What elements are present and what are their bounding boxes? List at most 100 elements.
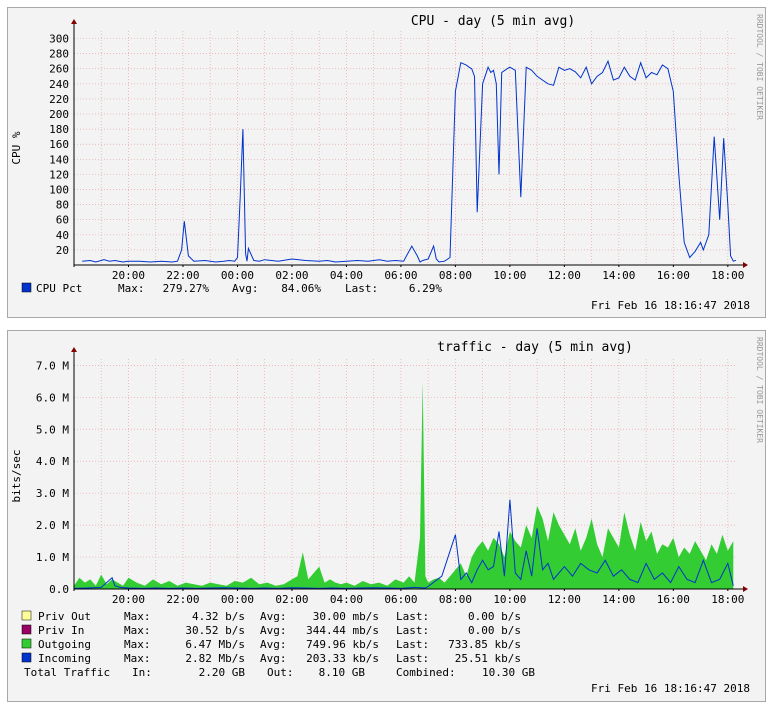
y-tick-label: 260	[49, 63, 69, 76]
legend-swatch	[21, 610, 32, 621]
legend-last-label: Last:	[396, 610, 429, 623]
y-tick-label: 240	[49, 78, 69, 91]
cpu-legend-max: 279.27%	[163, 282, 210, 295]
legend-max-label: Max:	[124, 624, 151, 637]
x-tick-label: 16:00	[657, 269, 690, 282]
y-tick-label: 200	[49, 108, 69, 121]
legend-avg-label: Avg:	[260, 652, 287, 665]
traffic-plot	[73, 381, 734, 589]
cpu-legend-label: CPU Pct	[36, 282, 82, 295]
cpu-legend-max-label: Max:	[118, 282, 145, 295]
x-tick-label: 02:00	[275, 269, 308, 282]
x-tick-label: 04:00	[330, 593, 363, 606]
total-out-label: Out:	[267, 666, 294, 679]
x-tick-label: 14:00	[602, 269, 635, 282]
x-tick-label: 22:00	[166, 269, 199, 282]
x-tick-label: 00:00	[221, 593, 254, 606]
legend-max: 6.47 Mb/s	[185, 638, 245, 651]
cpu-plot	[82, 59, 737, 263]
traffic-chart-title: traffic - day (5 min avg)	[437, 340, 633, 355]
total-in-value: 2.20 GB	[199, 666, 246, 679]
x-tick-label: 10:00	[493, 269, 526, 282]
y-axis-arrow	[71, 347, 77, 352]
legend-last: 0.00 b/s	[468, 610, 521, 623]
y-tick-label: 120	[49, 168, 69, 181]
cpu-legend-last: 6.29%	[409, 282, 442, 295]
traffic-graph: traffic - day (5 min avg) RRDTOOL / TOBI…	[7, 330, 766, 702]
legend-last: 25.51 kb/s	[455, 652, 521, 665]
x-tick-label: 20:00	[112, 269, 145, 282]
legend-avg: 749.96 kb/s	[306, 638, 379, 651]
legend-avg: 344.44 mb/s	[306, 624, 379, 637]
legend-avg-label: Avg:	[260, 624, 287, 637]
y-tick-label: 5.0 M	[36, 423, 69, 436]
legend-max-label: Max:	[124, 610, 151, 623]
y-tick-label: 20	[56, 244, 69, 257]
x-tick-label: 04:00	[330, 269, 363, 282]
y-tick-label: 7.0 M	[36, 359, 69, 372]
x-tick-label: 00:00	[221, 269, 254, 282]
x-tick-label: 22:00	[166, 593, 199, 606]
x-tick-label: 02:00	[275, 593, 308, 606]
y-tick-label: 100	[49, 184, 69, 197]
x-tick-label: 10:00	[493, 593, 526, 606]
cpu-legend-avg: 84.06%	[281, 282, 321, 295]
x-tick-label: 18:00	[711, 593, 744, 606]
traffic-timestamp: Fri Feb 16 18:16:47 2018	[591, 682, 750, 695]
legend-max-label: Max:	[124, 638, 151, 651]
cpu-graph: CPU - day (5 min avg) RRDTOOL / TOBI OET…	[7, 7, 766, 318]
cpu-legend-last-label: Last:	[345, 282, 378, 295]
x-tick-label: 18:00	[711, 269, 744, 282]
y-tick-label: 4.0 M	[36, 455, 69, 468]
cpu-watermark: RRDTOOL / TOBI OETIKER	[755, 14, 764, 120]
legend-swatch	[21, 652, 32, 663]
legend-swatch	[21, 624, 32, 635]
y-tick-label: 3.0 M	[36, 487, 69, 500]
legend-max: 4.32 b/s	[192, 610, 245, 623]
x-tick-label: 06:00	[384, 593, 417, 606]
cpu-ticks: 20:00 22:00 00:00 02:00 04:00 06:00 08:00 10:00…	[49, 19, 748, 282]
cpu-legend-swatch	[21, 282, 32, 293]
y-tick-label: 2.0 M	[36, 519, 69, 532]
total-traffic-label: Total Traffic	[24, 666, 110, 679]
x-tick-label: 12:00	[548, 593, 581, 606]
outgoing-area	[74, 381, 734, 589]
legend-swatch	[21, 638, 32, 649]
legend-avg: 203.33 kb/s	[306, 652, 379, 665]
traffic-chart-svg: traffic - day (5 min avg) RRDTOOL / TOBI…	[10, 337, 764, 695]
traffic-y-axis-label: bits/sec	[10, 450, 23, 503]
legend-last: 0.00 b/s	[468, 624, 521, 637]
total-combined-value: 10.30 GB	[482, 666, 535, 679]
x-tick-label: 12:00	[548, 269, 581, 282]
x-axis-arrow	[743, 586, 748, 592]
y-tick-label: 180	[49, 123, 69, 136]
legend-last-label: Last:	[396, 638, 429, 651]
total-combined-label: Combined:	[396, 666, 456, 679]
cpu-legend-avg-label: Avg:	[232, 282, 259, 295]
legend-avg-label: Avg:	[260, 638, 287, 651]
total-out-value: 8.10 GB	[319, 666, 366, 679]
legend-last-label: Last:	[396, 624, 429, 637]
cpu-legend: CPU Pct Max: 279.27% Avg: 84.06% Last: 6.29%	[21, 282, 442, 295]
y-tick-label: 300	[49, 33, 69, 46]
y-tick-label: 0.0	[49, 583, 69, 596]
y-tick-label: 1.0 M	[36, 551, 69, 564]
legend-last: 733.85 kb/s	[448, 638, 521, 651]
x-tick-label: 06:00	[384, 269, 417, 282]
cpu-timestamp: Fri Feb 16 18:16:47 2018	[591, 299, 750, 312]
y-tick-label: 80	[56, 199, 69, 212]
legend-label: Priv In	[38, 624, 84, 637]
y-tick-label: 60	[56, 214, 69, 227]
cpu-series-line	[82, 59, 737, 263]
legend-avg: 30.00 mb/s	[313, 610, 379, 623]
x-axis-arrow	[743, 262, 748, 268]
legend-max: 30.52 b/s	[185, 624, 245, 637]
traffic-watermark: RRDTOOL / TOBI OETIKER	[755, 337, 764, 443]
cpu-y-axis-label: CPU %	[10, 131, 23, 164]
y-tick-label: 280	[49, 48, 69, 61]
total-in-label: In:	[132, 666, 152, 679]
traffic-legend: Priv Out Max: 4.32 b/s Avg: 30.00 mb/s Last: 0…	[21, 610, 535, 679]
legend-label: Priv Out	[38, 610, 91, 623]
y-tick-label: 6.0 M	[36, 391, 69, 404]
x-tick-label: 16:00	[657, 593, 690, 606]
